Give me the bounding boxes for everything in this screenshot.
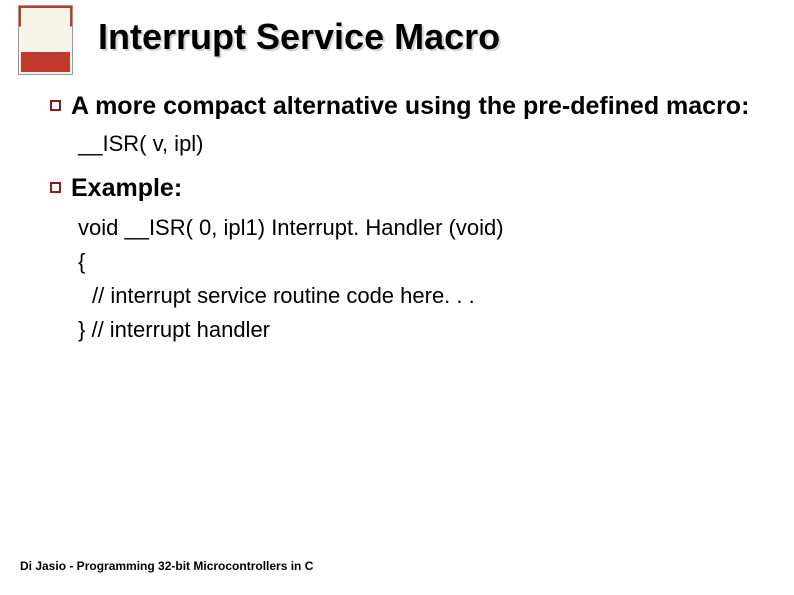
code-line-3: // interrupt service routine code here. …	[92, 279, 754, 313]
bullet-1-subtext: __ISR( v, ipl)	[78, 129, 754, 159]
bullet-item-1: A more compact alternative using the pre…	[50, 90, 754, 123]
slide-title: Interrupt Service Macro	[98, 16, 500, 58]
bullet-item-2: Example:	[50, 172, 754, 205]
slide-content: A more compact alternative using the pre…	[50, 90, 754, 347]
code-line-2: {	[78, 245, 754, 279]
bullet-square-icon	[50, 100, 61, 111]
book-cover-thumbnail	[18, 5, 73, 75]
bullet-1-text: A more compact alternative using the pre…	[71, 90, 749, 123]
code-line-4: } // interrupt handler	[78, 313, 754, 347]
footer-citation: Di Jasio - Programming 32-bit Microcontr…	[20, 559, 313, 573]
example-code-block: void __ISR( 0, ipl1) Interrupt. Handler …	[78, 211, 754, 347]
bullet-square-icon	[50, 182, 61, 193]
code-line-1: void __ISR( 0, ipl1) Interrupt. Handler …	[78, 211, 754, 245]
bullet-2-text: Example:	[71, 172, 182, 205]
